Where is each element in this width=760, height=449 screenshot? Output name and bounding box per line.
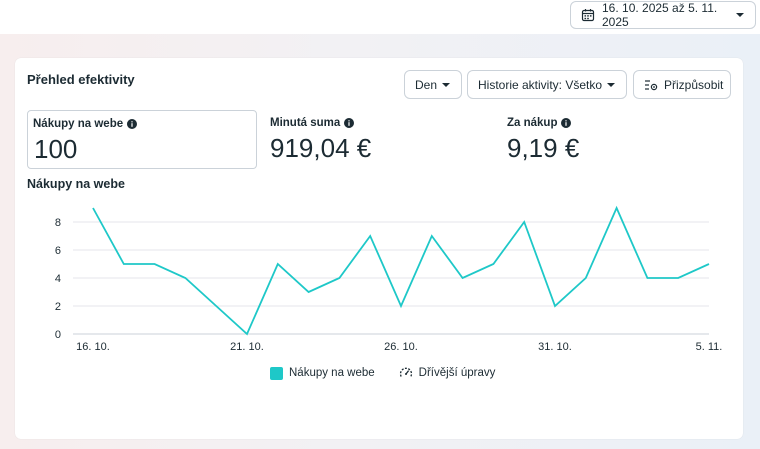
metric-tile-amount-spent[interactable]: Minutá suma 919,04 € <box>267 110 492 169</box>
legend-previous-edits-label: Dřívější úpravy <box>418 367 496 379</box>
legend-series-label: Nákupy na webe <box>289 367 375 379</box>
metric-label-row: Nákupy na webe <box>33 118 138 130</box>
metric-tile-purchases[interactable]: Nákupy na webe 100 <box>27 110 257 169</box>
chevron-down-icon <box>735 12 745 18</box>
metric-tile-cost-per-purchase[interactable]: Za nákup 9,19 € <box>503 110 728 169</box>
info-icon[interactable] <box>561 118 572 128</box>
y-tick-label: 2 <box>55 301 61 313</box>
card-title: Přehled efektivity <box>27 72 135 87</box>
date-range-button[interactable]: 16. 10. 2025 až 5. 11. 2025 <box>570 1 756 29</box>
metric-label-row: Minutá suma <box>270 117 355 129</box>
chevron-down-icon <box>441 82 451 88</box>
calendar-icon <box>581 8 595 22</box>
metric-value: 100 <box>34 134 78 164</box>
x-tick-label: 16. 10. <box>76 341 110 353</box>
activity-history-label: Historie aktivity: Všetko <box>478 77 603 92</box>
info-icon[interactable] <box>127 119 138 129</box>
chevron-down-icon <box>606 82 616 88</box>
gauge-icon <box>399 366 413 380</box>
granularity-label: Den <box>415 77 438 92</box>
chart-legend: Nákupy na webe Dřívější úpravy <box>270 366 495 380</box>
legend-item-previous-edits[interactable]: Dřívější úpravy <box>399 366 496 380</box>
x-tick-label: 31. 10. <box>538 341 572 353</box>
x-tick-label: 26. 10. <box>384 341 418 353</box>
top-bar: 16. 10. 2025 až 5. 11. 2025 <box>0 0 760 34</box>
chart-title: Nákupy na webe <box>27 177 125 191</box>
activity-history-dropdown[interactable]: Historie aktivity: Všetko <box>467 70 627 99</box>
purchases-line-chart: 0 2 4 6 8 16. 10. 21. 10. 26. 10. 31. 10. 5. 11. <box>55 205 723 353</box>
customize-columns-icon <box>644 78 658 92</box>
y-tick-label: 4 <box>55 273 61 285</box>
y-tick-label: 6 <box>55 245 61 257</box>
customize-button[interactable]: Přizpůsobit <box>633 70 731 99</box>
legend-item-series[interactable]: Nákupy na webe <box>270 366 375 380</box>
info-icon[interactable] <box>344 118 355 128</box>
y-tick-label: 0 <box>55 329 61 341</box>
series-line[interactable] <box>92 205 710 336</box>
y-tick-label: 8 <box>55 217 61 229</box>
metric-label: Nákupy na webe <box>33 118 124 130</box>
performance-overview-card: Přehled efektivity Den Historie aktivity… <box>15 58 743 439</box>
x-tick-label: 21. 10. <box>230 341 264 353</box>
customize-label: Přizpůsobit <box>664 77 724 92</box>
granularity-dropdown[interactable]: Den <box>404 70 462 99</box>
date-range-label: 16. 10. 2025 až 5. 11. 2025 <box>602 1 718 29</box>
metric-label: Za nákup <box>507 117 558 129</box>
legend-swatch <box>270 366 283 380</box>
metric-label-row: Za nákup <box>507 117 572 129</box>
metric-label: Minutá suma <box>270 117 341 129</box>
metric-value: 9,19 € <box>507 133 580 163</box>
metric-value: 919,04 € <box>270 133 372 163</box>
x-tick-label: 5. 11. <box>696 341 723 353</box>
